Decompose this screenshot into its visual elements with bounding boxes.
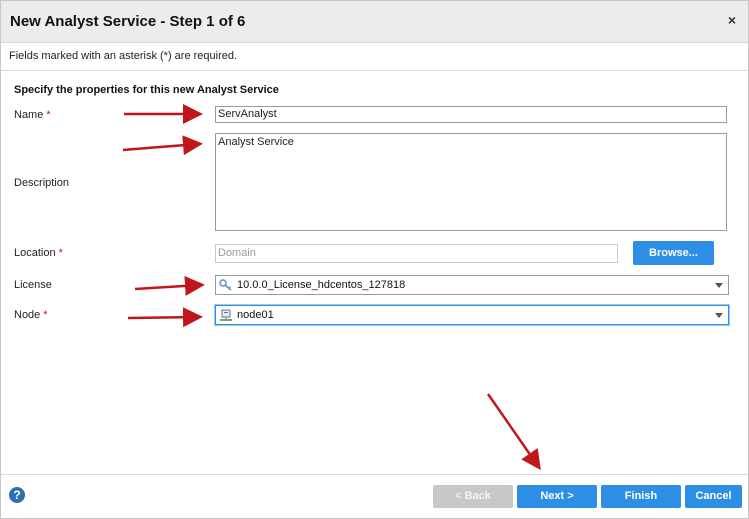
server-node-icon	[219, 309, 233, 322]
name-required-marker: *	[46, 109, 51, 121]
dialog-title: New Analyst Service - Step 1 of 6	[10, 13, 246, 30]
node-label: Node *	[14, 309, 48, 321]
location-required-marker: *	[58, 247, 63, 259]
location-label-text: Location	[14, 247, 56, 259]
name-label-text: Name	[14, 109, 44, 121]
node-label-text: Node	[14, 309, 41, 321]
license-select[interactable]: 10.0.0_License_hdcentos_127818	[215, 275, 729, 295]
required-fields-note: Fields marked with an asterisk (*) are r…	[9, 50, 238, 62]
dialog-titlebar: New Analyst Service - Step 1 of 6 ×	[1, 1, 748, 43]
next-button[interactable]: Next >	[517, 485, 597, 508]
finish-button[interactable]: Finish	[601, 485, 681, 508]
section-title: Specify the properties for this new Anal…	[14, 84, 279, 96]
node-required-marker: *	[43, 309, 48, 321]
new-analyst-service-dialog: New Analyst Service - Step 1 of 6 × Fiel…	[0, 0, 749, 519]
license-label: License	[14, 279, 52, 291]
cancel-button[interactable]: Cancel	[685, 485, 742, 508]
help-icon[interactable]: ?	[9, 487, 25, 503]
node-select[interactable]: node01	[215, 305, 729, 325]
description-label: Description	[14, 177, 70, 189]
node-select-value: node01	[237, 309, 274, 321]
key-icon	[219, 279, 233, 292]
header-divider	[1, 70, 748, 71]
name-input[interactable]: ServAnalyst	[215, 106, 727, 123]
name-label: Name *	[14, 109, 51, 121]
back-button[interactable]: < Back	[433, 485, 513, 508]
footer-divider	[1, 474, 748, 475]
description-textarea[interactable]: Analyst Service	[215, 133, 727, 231]
chevron-down-icon	[715, 283, 723, 288]
location-label: Location *	[14, 247, 63, 259]
location-input[interactable]: Domain	[215, 244, 618, 263]
license-select-value: 10.0.0_License_hdcentos_127818	[237, 279, 406, 291]
chevron-down-icon	[715, 313, 723, 318]
browse-button[interactable]: Browse...	[633, 241, 714, 265]
close-icon[interactable]: ×	[725, 13, 739, 27]
